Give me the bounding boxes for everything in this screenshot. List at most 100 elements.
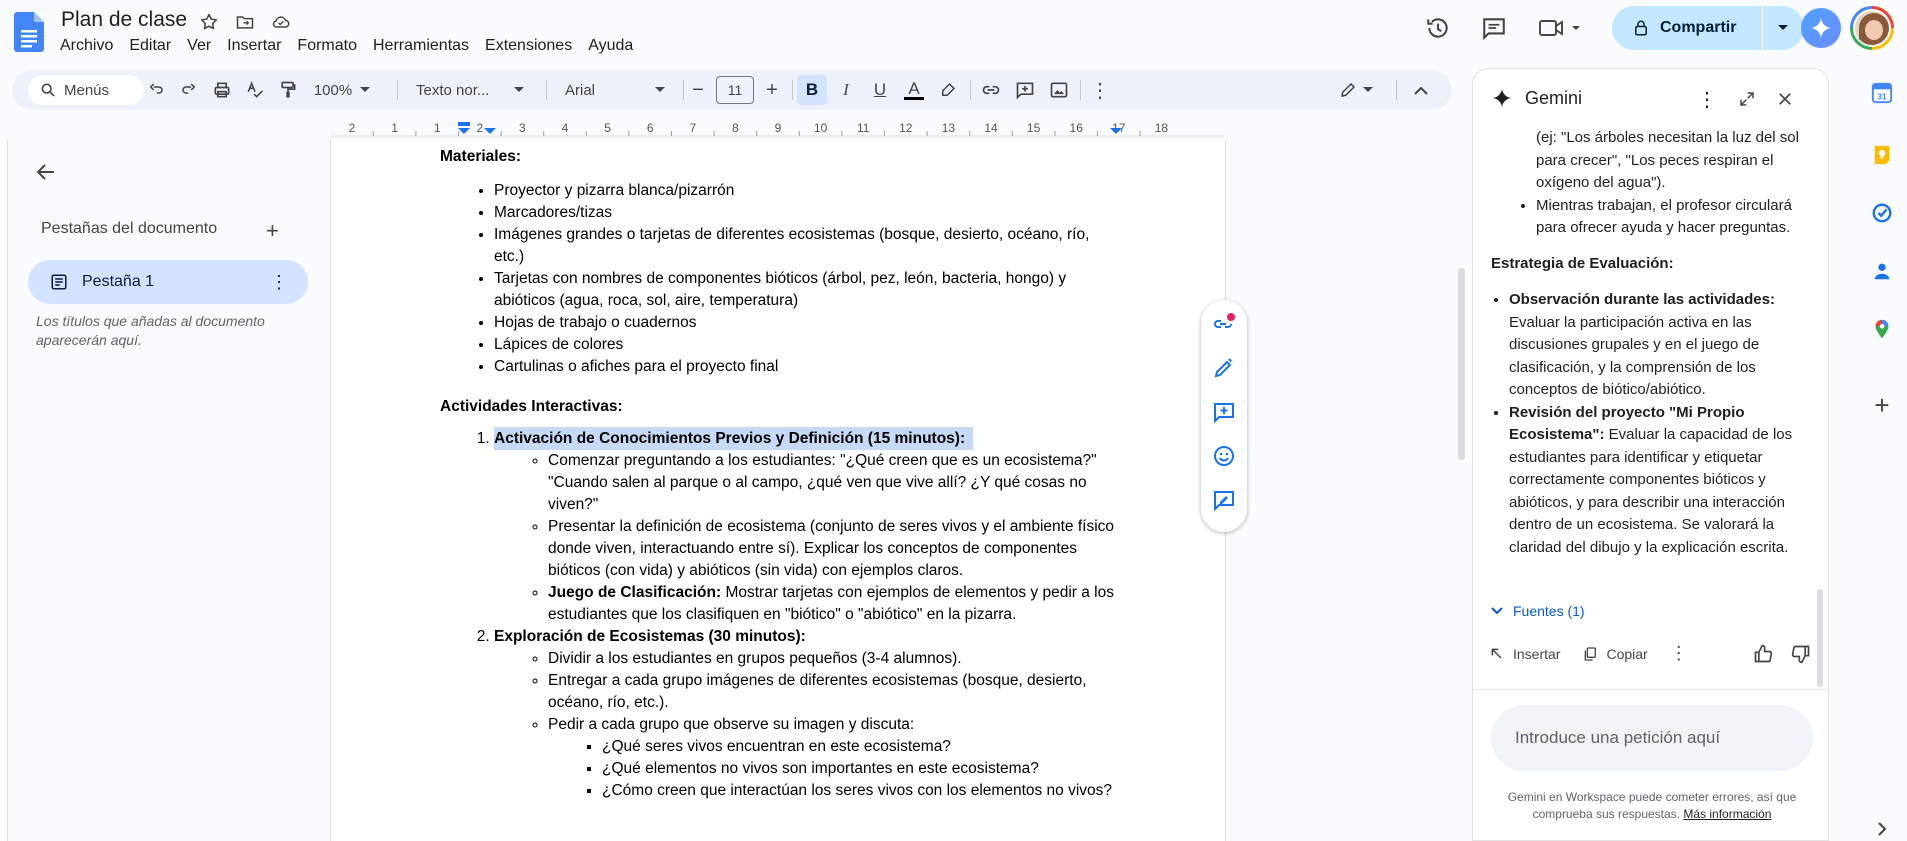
sources-toggle[interactable]: Fuentes (1) [1491, 603, 1585, 619]
eval-1-text: Evaluar la participación activa en las d… [1509, 313, 1760, 399]
cloud-saved-icon[interactable] [269, 10, 293, 34]
share-dropdown-icon[interactable] [1763, 24, 1803, 32]
list-item: Revisión del proyecto "Mi Propio Ecosist… [1509, 402, 1813, 560]
history-icon[interactable] [1422, 12, 1454, 44]
more-options-icon[interactable]: ⋮ [1088, 75, 1112, 105]
list-item: Tarjetas con nombres de componentes biót… [494, 268, 1120, 312]
tasks-icon[interactable] [1867, 198, 1897, 228]
menu-archivo[interactable]: Archivo [52, 34, 121, 58]
response-more-icon[interactable]: ⋮ [1670, 643, 1688, 664]
tab-options-icon[interactable]: ⋮ [270, 272, 288, 293]
share-button[interactable]: Compartir [1612, 6, 1804, 50]
decrease-font-size-icon[interactable]: − [684, 75, 712, 105]
menu-extensiones[interactable]: Extensiones [477, 34, 580, 58]
font-size-wrapper: 11 [715, 75, 755, 105]
ruler-tick-label: 9 [775, 121, 782, 135]
ruler-tick-label: 15 [1027, 121, 1041, 135]
menu-ayuda[interactable]: Ayuda [580, 34, 641, 58]
copy-label: Copiar [1606, 645, 1648, 662]
document-scrollbar[interactable] [1458, 268, 1465, 460]
menu-search-label: Menús [64, 81, 110, 99]
document-tab-icon [51, 274, 67, 290]
document-page[interactable]: Materiales: Proyector y pizarra blanca/p… [330, 140, 1226, 841]
star-icon[interactable] [197, 10, 221, 34]
insert-arrow-icon [1491, 648, 1502, 659]
insert-image-icon[interactable] [1044, 75, 1074, 105]
back-arrow-icon[interactable] [34, 160, 58, 189]
sources-label: Fuentes (1) [1513, 603, 1585, 619]
undo-icon[interactable] [142, 75, 170, 105]
contacts-icon[interactable] [1867, 256, 1897, 286]
move-folder-icon[interactable] [233, 10, 257, 34]
gemini-disclaimer: Gemini en Workspace puede cometer errore… [1493, 789, 1811, 823]
menu-ver[interactable]: Ver [179, 34, 219, 58]
font-family-value: Arial [565, 81, 596, 99]
account-avatar[interactable] [1850, 6, 1894, 50]
menu-insertar[interactable]: Insertar [219, 34, 289, 58]
ruler-tick-label: 3 [519, 121, 526, 135]
chevron-down-icon [1491, 607, 1503, 615]
gemini-more-icon[interactable]: ⋮ [1693, 85, 1721, 113]
list-item: Entregar a cada grupo imágenes de difere… [548, 670, 1120, 714]
maps-icon[interactable] [1867, 314, 1897, 344]
ruler-tick-label: 2 [349, 121, 356, 135]
close-icon[interactable] [1771, 85, 1799, 113]
gemini-logo-icon [1491, 87, 1513, 109]
paint-format-icon[interactable] [274, 75, 302, 105]
list-item: Hojas de trabajo o cuadernos [494, 312, 1120, 334]
add-tab-icon[interactable]: + [266, 218, 279, 244]
zoom-select[interactable]: 100% [312, 75, 372, 105]
expand-rail-icon[interactable] [1867, 814, 1897, 841]
menu-herramientas[interactable]: Herramientas [365, 34, 477, 58]
meet-icon[interactable] [1536, 12, 1586, 44]
horizontal-ruler[interactable]: 21123456789101112131415161718 [330, 118, 1224, 138]
docs-logo-icon[interactable] [14, 12, 44, 52]
menu-formato[interactable]: Formato [289, 34, 365, 58]
sidebar-tab-1[interactable]: Pestaña 1 ⋮ [28, 260, 308, 304]
add-app-icon[interactable]: + [1867, 390, 1897, 420]
highlight-color-icon[interactable] [933, 75, 963, 105]
suggest-edits-icon[interactable] [1212, 488, 1236, 512]
print-icon[interactable] [208, 75, 236, 105]
editing-mode-select[interactable] [1328, 75, 1384, 105]
menu-search[interactable]: Menús [28, 75, 144, 105]
calendar-icon[interactable]: 31 [1867, 78, 1897, 108]
underline-button[interactable]: U [865, 75, 895, 105]
thumbs-down-icon[interactable] [1791, 644, 1811, 664]
gemini-scrollbar[interactable] [1817, 589, 1823, 687]
list-item: Presentar la definición de ecosistema (c… [548, 516, 1120, 582]
font-family-select[interactable]: Arial [557, 75, 673, 105]
thumbs-up-icon[interactable] [1753, 644, 1773, 664]
gemini-prompt-input[interactable]: Introduce una petición aquí [1491, 705, 1813, 771]
text-color-button[interactable]: A [899, 75, 929, 105]
help-me-write-icon[interactable] [1212, 356, 1236, 380]
ruler-tick-label: 5 [604, 121, 611, 135]
redo-icon[interactable] [175, 75, 203, 105]
comments-icon[interactable] [1478, 12, 1510, 44]
add-comment-float-icon[interactable] [1212, 400, 1236, 424]
activity-1-title[interactable]: Activación de Conocimientos Previos y De… [494, 427, 974, 450]
menu-editar[interactable]: Editar [121, 34, 179, 58]
paragraph-style-select[interactable]: Texto nor... [408, 75, 532, 105]
emoji-reaction-icon[interactable] [1212, 444, 1236, 468]
hide-menus-icon[interactable] [1406, 75, 1436, 105]
increase-font-size-icon[interactable]: + [758, 75, 786, 105]
open-full-screen-icon[interactable] [1733, 85, 1761, 113]
bold-button[interactable]: B [797, 75, 827, 105]
add-comment-icon[interactable] [1010, 75, 1040, 105]
document-title[interactable]: Plan de clase [61, 8, 187, 32]
insert-button[interactable]: Insertar [1489, 646, 1560, 662]
menu-bar: Archivo Editar Ver Insertar Formato Herr… [52, 34, 641, 58]
italic-button[interactable]: I [831, 75, 861, 105]
copy-button[interactable]: Copiar [1582, 645, 1648, 662]
list-item: ¿Cómo creen que interactúan los seres vi… [602, 780, 1120, 802]
keep-icon[interactable] [1867, 140, 1897, 170]
eval-2-text: Evaluar la capacidad de los estudiantes … [1509, 426, 1793, 556]
more-info-link[interactable]: Más información [1683, 807, 1771, 821]
spellcheck-icon[interactable] [241, 75, 269, 105]
smart-chip-icon[interactable] [1212, 312, 1236, 336]
gemini-toggle-button[interactable] [1801, 8, 1841, 48]
document-body[interactable]: Materiales: Proyector y pizarra blanca/p… [440, 140, 1120, 802]
insert-link-icon[interactable] [976, 75, 1006, 105]
font-size-input[interactable]: 11 [716, 76, 754, 104]
